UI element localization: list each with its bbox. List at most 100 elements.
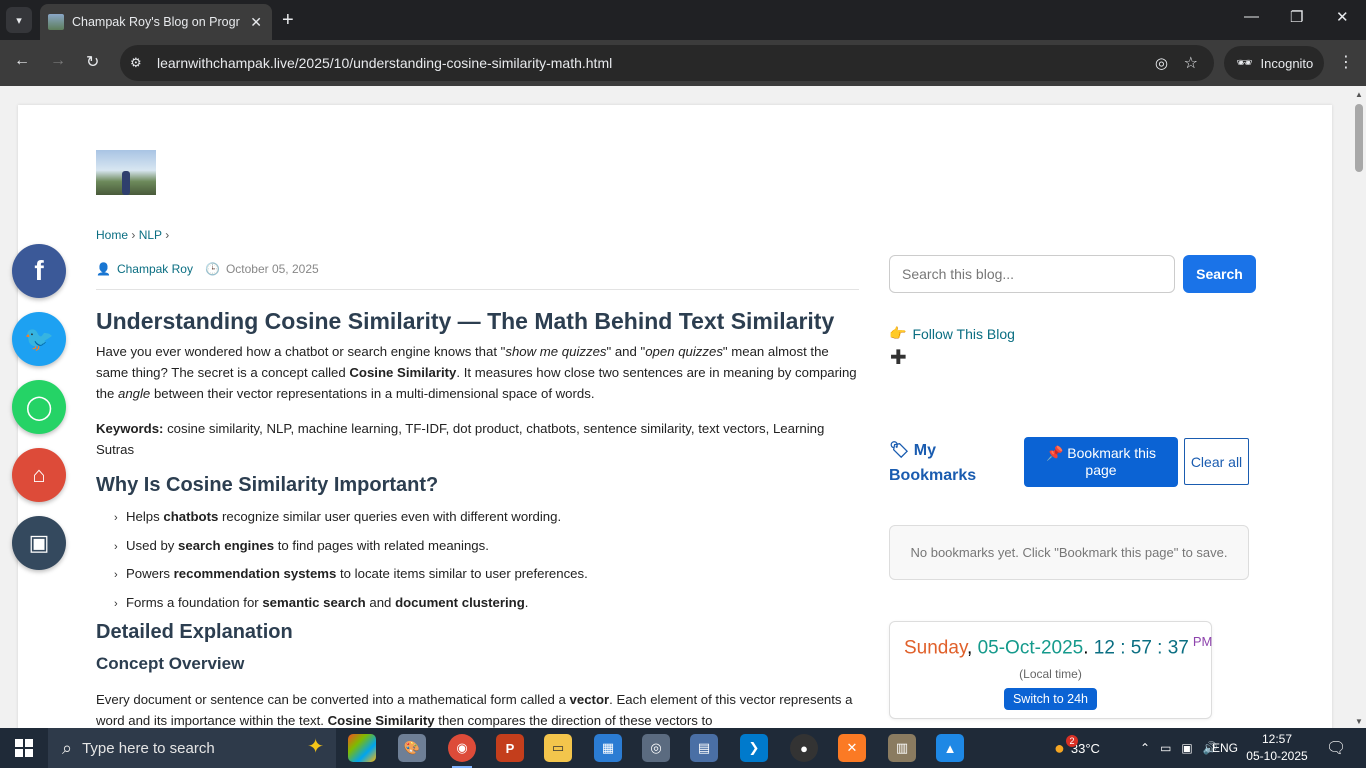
new-tab-button[interactable]: + [282,10,294,30]
intro-paragraph: Have you ever wondered how a chatbot or … [96,341,860,404]
restore-icon[interactable]: ❐ [1290,8,1303,26]
meta-divider [96,289,859,290]
incognito-badge[interactable]: 🕶 Incognito [1224,46,1324,80]
taskbar-clock[interactable]: 12:57 05-10-2025 [1246,731,1308,765]
chevron-up-icon[interactable]: ⌃ [1140,741,1150,755]
blog-search-button[interactable]: Search [1183,255,1256,293]
forward-icon[interactable]: → [50,52,66,70]
incognito-icon: 🕶 [1236,55,1253,70]
reload-icon[interactable]: ↻ [86,52,99,72]
paint-app-icon[interactable]: 🎨 [398,734,426,762]
heading-detailed: Detailed Explanation [96,620,293,643]
breadcrumb-nlp[interactable]: NLP [139,228,162,242]
tab-active[interactable]: Champak Roy's Blog on Programming ✕ [40,4,272,40]
user-icon: 👤 [96,262,111,276]
clock-widget: Sunday, 05-Oct-2025. 12 : 57 : 37 PM (Loc… [889,621,1212,719]
keywords-paragraph: Keywords: cosine similarity, NLP, machin… [96,418,860,460]
list-item: › Forms a foundation for semantic search … [114,592,860,615]
concept-paragraph: Every document or sentence can be conver… [96,691,853,728]
follow-blog-link[interactable]: 👉 Follow This Blog [889,325,1015,342]
language-indicator[interactable]: ENG [1212,728,1238,768]
intro-text: Have you ever wondered how a chatbot or … [96,344,506,359]
system-tray: ⌃ ▭ ▣ 🔊 [1140,728,1218,768]
intro-quote-1: show me quizzes [505,344,607,359]
list-item: › Used by search engines to find pages wi… [114,535,860,558]
back-icon[interactable]: ← [14,52,30,70]
keywords-label: Keywords: [96,421,164,436]
keywords-list: cosine similarity, NLP, machine learning… [96,421,825,457]
notification-icon[interactable]: 🗨 [1326,728,1346,768]
intro-text: " and " [606,344,646,359]
start-button[interactable] [0,728,48,768]
chevron-right-icon: › [114,512,118,524]
clock-time: 12 : 57 : 37 [1093,637,1189,659]
heading-concept: Concept Overview [96,653,245,673]
network-app-icon[interactable]: ▤ [690,734,718,762]
chevron-right-icon: › [114,540,118,553]
menu-kebab-icon[interactable]: ⋮ [1338,52,1354,72]
meet-icon[interactable]: ▭ [1160,741,1171,755]
chrome-app-icon[interactable]: ◉ [448,734,476,768]
list-item: › Powers recommendation systems to locate… [114,563,860,586]
vscode-app-icon[interactable]: ❯ [740,734,768,762]
control-panel-icon[interactable]: ▦ [594,734,622,762]
display-icon[interactable]: ▣ [1181,741,1192,755]
clock-icon: 🕒 [204,262,220,276]
address-bar[interactable]: ⚙ learnwithchampak.live/2025/10/understa… [120,45,1214,81]
copilot-sparkle-icon: ✦ [307,736,324,758]
taskbar-search[interactable]: ⌕ Type here to search ✦ [48,728,336,768]
blog-search-input[interactable] [889,255,1175,293]
breadcrumb: Home › NLP › [96,228,169,242]
books-app-icon[interactable]: ▥ [888,734,916,762]
tab-search-button[interactable]: ▾ [6,7,32,33]
xampp-app-icon[interactable]: ✕ [838,734,866,762]
bookmarks-empty-state: No bookmarks yet. Click "Bookmark this p… [889,525,1249,580]
clipboard-icon[interactable]: ▣ [12,516,66,570]
clock-sep: , [967,637,978,659]
intro-bold: Cosine Similarity [349,365,457,380]
page-scrollbar[interactable]: ▲ ▼ [1352,86,1366,728]
twitter-share-icon[interactable]: 🐦 [12,312,66,366]
heading-why: Why Is Cosine Similarity Important? [96,474,439,496]
facebook-share-icon[interactable]: f [12,244,66,298]
bookmark-tag-icon: 🏷 [889,442,910,459]
weather-sun-icon: ● [1054,737,1065,758]
follow-plus-icon[interactable]: ✚ [890,345,907,370]
file-explorer-icon[interactable]: ▭ [544,734,572,762]
scroll-down-icon[interactable]: ▼ [1355,717,1363,726]
github-app-icon[interactable]: ● [790,734,818,762]
tab-close-icon[interactable]: ✕ [250,14,262,31]
camera-app-icon[interactable]: ◎ [642,734,670,762]
photos-app-icon[interactable]: ▲ [936,734,964,762]
switch-24h-button[interactable]: Switch to 24h [1004,688,1097,710]
chevron-right-icon: › [114,597,118,610]
clock-line: Sunday, 05-Oct-2025. 12 : 57 : 37 PM [904,634,1212,659]
tab-favicon-icon [48,14,64,30]
whatsapp-share-icon[interactable]: ◯ [12,380,66,434]
tracking-protection-icon[interactable]: ◎ [1155,54,1168,72]
taskbar-time: 12:57 [1261,732,1293,746]
breadcrumb-home[interactable]: Home [96,228,128,242]
close-window-icon[interactable]: ✕ [1336,8,1349,26]
browser-toolbar: ← → ↻ ⚙ learnwithchampak.live/2025/10/un… [0,40,1366,86]
powerpoint-app-icon[interactable]: P [496,734,524,762]
header-image-person [122,171,130,195]
clear-bookmarks-button[interactable]: Clear all [1184,438,1249,485]
follow-label: Follow This Blog [912,325,1015,342]
scroll-up-icon[interactable]: ▲ [1355,90,1363,99]
minimize-icon[interactable]: — [1244,8,1259,25]
list-item: › Helps chatbots recognize similar user q… [114,506,860,529]
bookmark-page-button[interactable]: 📌 Bookmark this page [1024,437,1178,487]
weather-badge: 2 [1066,735,1078,747]
post-title: Understanding Cosine Similarity — The Ma… [96,308,835,334]
taskbar-search-placeholder: Type here to search [82,739,215,757]
weather-widget[interactable]: ● 2 33°C [1054,728,1100,768]
site-info-icon[interactable]: ⚙ [130,55,142,71]
copilot-app-icon[interactable] [348,734,376,762]
bookmark-star-icon[interactable]: ☆ [1184,53,1198,73]
blog-page: Home › NLP › 👤 Champak Roy 🕒 October 05,… [18,105,1332,728]
post-author[interactable]: Champak Roy [117,262,193,276]
scroll-thumb[interactable] [1355,104,1363,172]
home-share-icon[interactable]: ⌂ [12,448,66,502]
url-text[interactable]: learnwithchampak.live/2025/10/understand… [157,55,612,71]
